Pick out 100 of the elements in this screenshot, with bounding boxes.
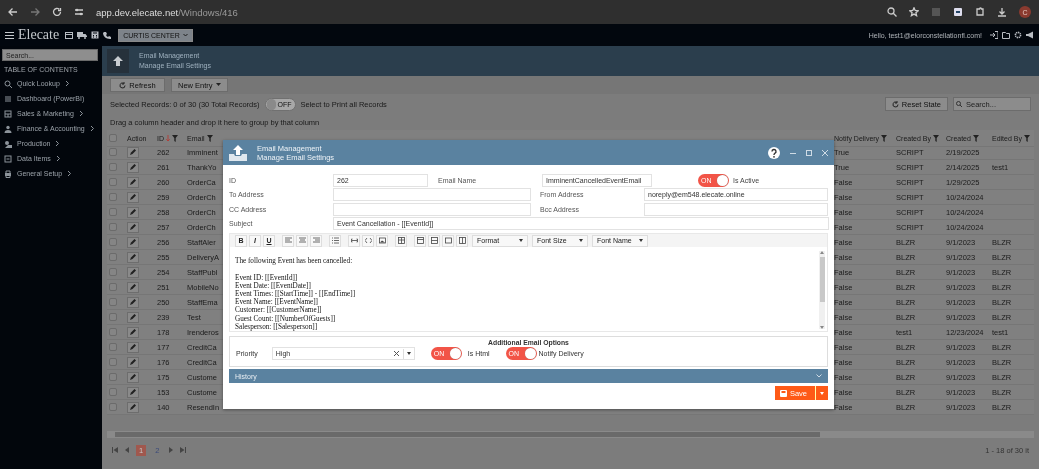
row-checkbox[interactable] xyxy=(109,358,117,366)
align-left-icon xyxy=(284,237,292,244)
table-cell-button[interactable] xyxy=(442,234,454,247)
rich-text-editor[interactable] xyxy=(229,233,828,332)
sign-out-icon[interactable] xyxy=(990,31,998,39)
extension-icon[interactable] xyxy=(953,7,963,17)
link-button[interactable] xyxy=(348,234,360,247)
phone-icon[interactable] xyxy=(103,31,112,39)
last-page-icon[interactable] xyxy=(180,447,187,453)
bullet-list-button[interactable] xyxy=(329,234,341,247)
filter-icon[interactable] xyxy=(172,134,178,142)
edit-button[interactable] xyxy=(127,161,139,173)
edit-button[interactable] xyxy=(127,221,139,233)
edit-button[interactable] xyxy=(127,341,139,353)
table-merge-button[interactable] xyxy=(456,234,468,247)
filter-icon[interactable] xyxy=(1023,134,1030,142)
settings-icon[interactable] xyxy=(1014,31,1022,39)
filter-icon[interactable] xyxy=(881,134,888,142)
row-checkbox[interactable] xyxy=(109,283,117,291)
row-checkbox[interactable] xyxy=(109,253,117,261)
close-icon[interactable] xyxy=(822,149,828,156)
refresh-icon xyxy=(891,100,899,108)
row-checkbox[interactable] xyxy=(109,328,117,336)
chevron-icon xyxy=(55,140,61,147)
maximize-icon[interactable] xyxy=(806,149,812,156)
row-checkbox[interactable] xyxy=(109,238,117,246)
row-checkbox[interactable] xyxy=(109,208,117,216)
image-button[interactable] xyxy=(376,234,388,247)
row-checkbox[interactable] xyxy=(109,388,117,396)
next-page-icon[interactable] xyxy=(168,447,175,453)
edit-button[interactable] xyxy=(127,176,139,188)
first-page-icon[interactable] xyxy=(112,447,118,453)
row-checkbox[interactable] xyxy=(109,148,117,156)
horizontal-scrollbar[interactable] xyxy=(107,431,1034,438)
refresh-icon xyxy=(119,81,127,89)
url-field[interactable]: app.dev.elecate.net/Windows/416 xyxy=(96,6,238,18)
previous-page-icon[interactable] xyxy=(124,447,130,453)
puzzle-icon[interactable] xyxy=(975,7,985,17)
code-button[interactable] xyxy=(362,234,374,247)
zoom-icon[interactable] xyxy=(887,7,897,17)
row-checkbox[interactable] xyxy=(109,403,117,411)
row-checkbox[interactable] xyxy=(109,313,117,321)
help-icon[interactable] xyxy=(768,146,780,159)
editor-scrollbar[interactable] xyxy=(819,251,825,329)
search-icon xyxy=(4,79,12,88)
truck-icon[interactable] xyxy=(77,31,88,39)
caret-icon xyxy=(215,83,221,87)
edit-button[interactable] xyxy=(127,401,139,413)
row-checkbox[interactable] xyxy=(109,268,117,276)
table-column-button[interactable] xyxy=(428,234,440,247)
folder-icon[interactable] xyxy=(1002,31,1010,39)
edit-button[interactable] xyxy=(127,191,139,203)
row-checkbox[interactable] xyxy=(109,223,117,231)
to-address-field[interactable] xyxy=(333,188,531,202)
megaphone-icon[interactable] xyxy=(1026,31,1034,39)
scroll-down-icon[interactable] xyxy=(820,326,824,329)
row-checkbox[interactable] xyxy=(109,178,117,186)
edit-button[interactable] xyxy=(127,146,139,158)
pencil-icon xyxy=(130,344,136,350)
table-button[interactable] xyxy=(395,234,407,247)
download-icon[interactable] xyxy=(997,7,1007,17)
calendar-icon[interactable] xyxy=(65,31,74,39)
star-icon[interactable] xyxy=(909,7,919,17)
edit-button[interactable] xyxy=(127,266,139,278)
site-settings-icon[interactable] xyxy=(74,7,84,17)
pencil-icon xyxy=(130,374,136,380)
bcc-address-field[interactable] xyxy=(644,202,828,216)
pencil-icon xyxy=(130,149,136,155)
menu-icon[interactable] xyxy=(5,30,14,40)
back-icon[interactable] xyxy=(8,7,18,17)
edit-button[interactable] xyxy=(127,311,139,323)
edit-button[interactable] xyxy=(127,296,139,308)
filter-icon[interactable] xyxy=(933,134,940,142)
edit-button[interactable] xyxy=(127,236,139,248)
pencil-icon xyxy=(130,269,136,275)
table-icon xyxy=(4,109,12,118)
filter-icon[interactable] xyxy=(972,134,979,142)
row-checkbox[interactable] xyxy=(109,343,117,351)
edit-button[interactable] xyxy=(127,386,139,398)
edit-button[interactable] xyxy=(127,356,139,368)
select-all-checkbox[interactable] xyxy=(109,134,117,142)
filter-icon[interactable] xyxy=(206,134,213,142)
calculator-icon[interactable] xyxy=(91,31,100,39)
row-checkbox[interactable] xyxy=(109,373,117,381)
edit-button[interactable] xyxy=(127,371,139,383)
row-checkbox[interactable] xyxy=(109,193,117,201)
edit-button[interactable] xyxy=(127,251,139,263)
scroll-up-icon[interactable] xyxy=(820,251,824,254)
row-checkbox[interactable] xyxy=(109,298,117,306)
align-center-icon xyxy=(298,237,306,244)
edit-button[interactable] xyxy=(127,281,139,293)
clear-icon[interactable] xyxy=(393,351,399,356)
cc-address-field[interactable] xyxy=(333,202,531,216)
edit-button[interactable] xyxy=(127,206,139,218)
edit-button[interactable] xyxy=(127,326,139,338)
row-checkbox[interactable] xyxy=(109,163,117,171)
reload-icon[interactable] xyxy=(52,7,62,17)
table-row-button[interactable] xyxy=(414,234,426,247)
caret-icon[interactable] xyxy=(406,352,411,355)
forward-icon[interactable] xyxy=(30,7,40,17)
